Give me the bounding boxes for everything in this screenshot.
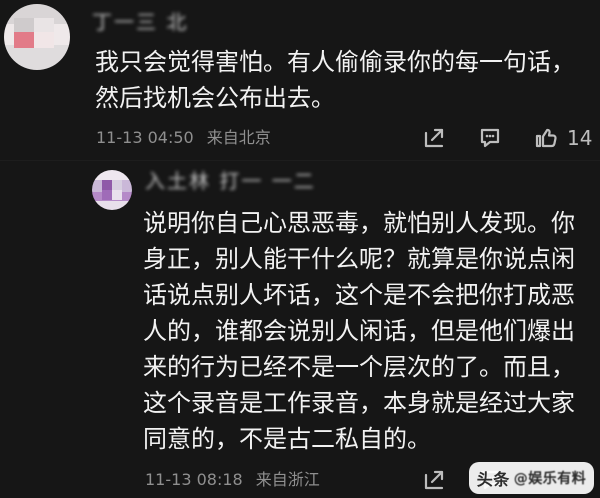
comment-datetime: 11-13 04:50 <box>96 128 194 147</box>
avatar[interactable] <box>92 170 132 210</box>
username[interactable]: 入土林 打一 一二 <box>145 169 316 193</box>
watermark-label: 头条 <box>476 470 510 489</box>
comment-meta: 11-13 08:18 来自浙江 <box>145 468 320 492</box>
watermark-brand: @娱乐有料 <box>513 471 587 487</box>
divider <box>0 160 600 161</box>
username[interactable]: 丁一三 北 <box>92 10 188 34</box>
comment-location: 来自浙江 <box>255 470 320 489</box>
like-count: 14 <box>567 126 593 150</box>
comment-text: 我只会觉得害怕。有人偷偷录你的每一句话，然后找机会公布出去。 <box>95 48 575 112</box>
comment-icon[interactable] <box>476 124 504 152</box>
comment-text: 说明你自己心思恶毒，就怕别人发现。你身正，别人能干什么呢？就算是你说点闲话说点别… <box>143 209 575 453</box>
comment-meta: 11-13 04:50 来自北京 <box>96 126 271 150</box>
comment-datetime: 11-13 08:18 <box>145 470 243 489</box>
like-icon[interactable] <box>532 124 560 152</box>
watermark: 头条 @娱乐有料 <box>469 462 594 494</box>
share-icon[interactable] <box>420 466 448 494</box>
avatar[interactable] <box>4 4 70 70</box>
share-icon[interactable] <box>420 124 448 152</box>
comment-location: 来自北京 <box>206 128 271 147</box>
